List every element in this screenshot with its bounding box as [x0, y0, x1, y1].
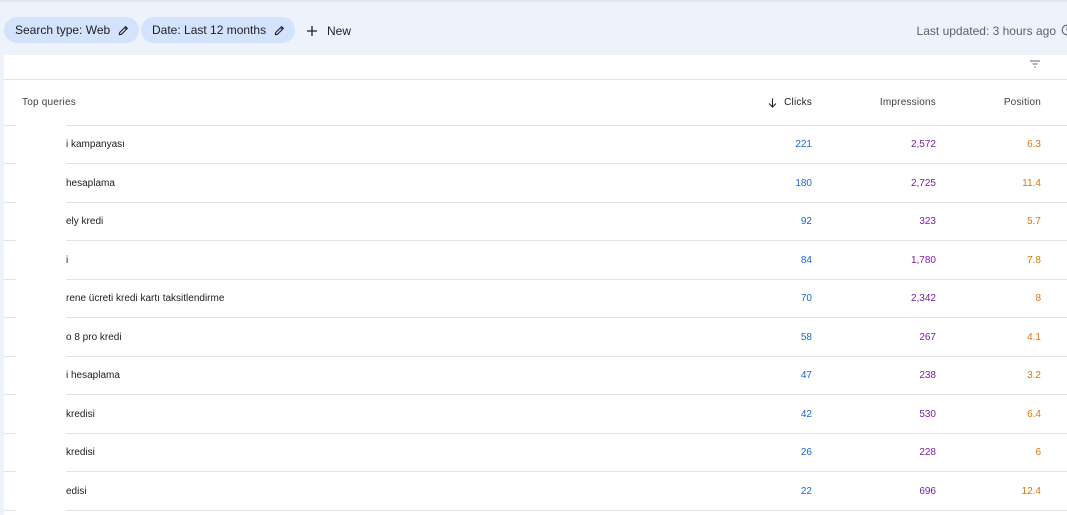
table-row[interactable]: ely kredi 92 323 5.7: [4, 203, 1067, 241]
table-row[interactable]: edisi 22 696 12.4: [4, 473, 1067, 511]
clicks-cell: 42: [800, 409, 812, 420]
impressions-cell: 696: [919, 486, 936, 497]
query-cell: ely kredi: [66, 216, 104, 227]
impressions-cell: 228: [919, 447, 936, 458]
table-row[interactable]: i 84 1,780 7.8: [4, 242, 1067, 280]
position-cell: 5.7: [1027, 216, 1041, 227]
query-cell: o 8 pro kredi: [66, 332, 122, 343]
clicks-cell: 180: [795, 178, 812, 189]
new-filter-label: New: [327, 24, 352, 38]
last-updated-text: Last updated: 3 hours ago: [916, 24, 1056, 38]
row-divider-stub: [4, 317, 16, 318]
row-divider: [16, 510, 1067, 511]
position-cell: 3.2: [1027, 370, 1041, 381]
row-divider-stub: [4, 163, 16, 164]
table-row[interactable]: o 8 pro kredi 58 267 4.1: [4, 319, 1067, 357]
query-cell: i: [66, 255, 69, 266]
filter-bar: Search type: Web Date: Last 12 months Ne…: [0, 3, 1067, 55]
impressions-cell: 323: [919, 216, 936, 227]
top-divider: [0, 0, 1067, 2]
position-cell: 12.4: [1021, 486, 1041, 497]
search-type-label: Search type: Web: [15, 23, 111, 37]
position-cell: 7.8: [1027, 255, 1041, 266]
clicks-cell: 47: [800, 370, 812, 381]
row-divider-stub: [4, 394, 16, 395]
clicks-cell: 92: [800, 216, 812, 227]
clicks-header-label: Clicks: [784, 97, 812, 108]
toolbar-divider: [4, 79, 1067, 80]
impressions-cell: 530: [919, 409, 936, 420]
date-label: Date: Last 12 months: [152, 23, 267, 37]
impressions-cell: 267: [919, 332, 936, 343]
column-header-clicks[interactable]: Clicks: [768, 97, 812, 108]
date-chip[interactable]: Date: Last 12 months: [141, 17, 296, 43]
plus-icon: [306, 25, 318, 37]
position-cell: 6.4: [1027, 409, 1041, 420]
table-row[interactable]: kredisi 26 228 6: [4, 434, 1067, 472]
query-cell: i hesaplama: [66, 370, 120, 381]
column-header-impressions[interactable]: Impressions: [880, 97, 936, 108]
query-cell: hesaplama: [66, 178, 115, 189]
impressions-cell: 1,780: [910, 255, 936, 266]
new-filter-button[interactable]: New: [306, 18, 351, 44]
clicks-cell: 22: [800, 486, 812, 497]
clicks-cell: 70: [800, 293, 812, 304]
row-divider-stub: [4, 510, 16, 511]
query-cell: kredisi: [66, 447, 95, 458]
arrow-down-icon: [768, 98, 777, 108]
impressions-cell: 2,342: [910, 293, 936, 304]
impressions-cell: 2,725: [910, 178, 936, 189]
filter-icon[interactable]: [1029, 55, 1041, 73]
clock-icon[interactable]: [1061, 23, 1067, 41]
clicks-cell: 84: [800, 255, 812, 266]
clicks-cell: 58: [800, 332, 812, 343]
row-divider-stub: [4, 471, 16, 472]
redaction-mask: [16, 125, 66, 515]
query-cell: kredisi: [66, 409, 95, 420]
row-divider: [16, 394, 1067, 395]
column-header-query[interactable]: Top queries: [22, 97, 76, 108]
impressions-cell: 2,572: [910, 139, 936, 150]
position-cell: 11.4: [1022, 178, 1041, 189]
table-row[interactable]: i hesaplama 47 238 3.2: [4, 357, 1067, 395]
search-type-chip[interactable]: Search type: Web: [4, 17, 140, 43]
clicks-cell: 221: [795, 139, 812, 150]
column-header-position[interactable]: Position: [1004, 97, 1041, 108]
pencil-icon[interactable]: [274, 25, 285, 36]
table-row[interactable]: rene ücreti kredi kartı taksitlendirme 70…: [4, 280, 1067, 318]
position-cell: 4.1: [1027, 332, 1041, 343]
query-cell: rene ücreti kredi kartı taksitlendirme: [66, 293, 225, 304]
clicks-cell: 26: [800, 447, 812, 458]
row-divider: [16, 317, 1067, 318]
query-cell: edisi: [66, 486, 87, 497]
position-cell: 6.3: [1027, 139, 1041, 150]
row-divider: [16, 471, 1067, 472]
pencil-icon[interactable]: [118, 25, 129, 36]
position-cell: 8: [1035, 293, 1041, 304]
queries-table-panel: Top queries Clicks Impressions Position …: [4, 55, 1067, 515]
table-row[interactable]: hesaplama 180 2,725 11.4: [4, 165, 1067, 203]
row-divider: [16, 163, 1067, 164]
table-row[interactable]: kredisi 42 530 6.4: [4, 396, 1067, 434]
table-row[interactable]: i kampanyası 221 2,572 6.3: [4, 126, 1067, 164]
position-cell: 6: [1035, 447, 1041, 458]
impressions-cell: 238: [919, 370, 936, 381]
row-divider: [16, 240, 1067, 241]
query-cell: i kampanyası: [66, 139, 125, 150]
row-divider-stub: [4, 240, 16, 241]
